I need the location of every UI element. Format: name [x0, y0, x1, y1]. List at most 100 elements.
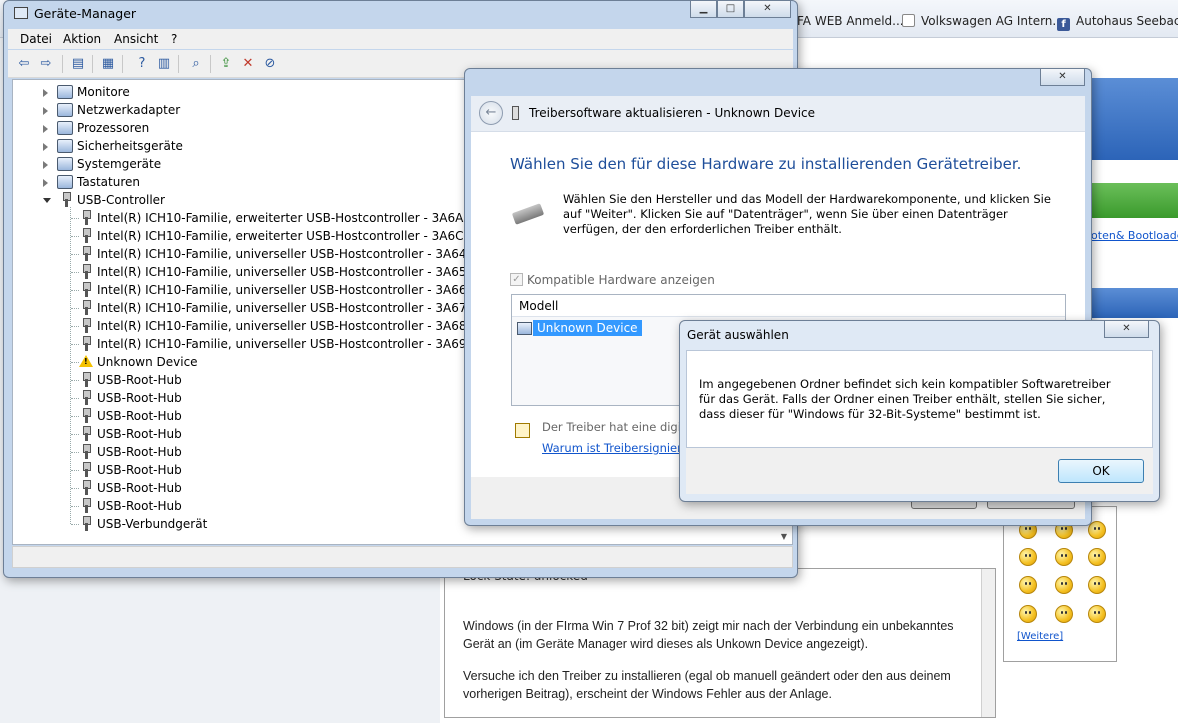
tree-category-label: Sicherheitsgeräte — [77, 139, 183, 153]
security-device-icon — [57, 139, 73, 153]
close-button[interactable]: ✕ — [1104, 321, 1149, 338]
collapsed-arrow-icon[interactable] — [43, 107, 48, 115]
model-column-header[interactable]: Modell — [512, 295, 1065, 317]
smiley-icon[interactable] — [1088, 605, 1106, 623]
tree-guide-branch — [71, 362, 79, 363]
wizard-header: ← Treibersoftware aktualisieren - Unknow… — [471, 96, 1085, 131]
ok-button[interactable]: OK — [1058, 459, 1144, 483]
show-hide-tree-icon[interactable]: ▤ — [70, 56, 86, 72]
smiley-panel: [Weitere] — [1003, 506, 1117, 662]
tree-category-label: Systemgeräte — [77, 157, 162, 171]
tree-device-label: Intel(R) ICH10-Familie, universeller USB… — [97, 319, 467, 333]
smiley-icon[interactable] — [1055, 605, 1073, 623]
window-title: Geräte-Manager — [34, 6, 137, 21]
forward-arrow-icon[interactable]: ⇨ — [38, 56, 54, 72]
collapsed-arrow-icon[interactable] — [43, 179, 48, 187]
forum-side-link[interactable]: loten& Bootloader — [1088, 229, 1178, 242]
tree-guide-branch — [71, 380, 79, 381]
post-editor[interactable]: Lock State: unlocked Windows (in der FIr… — [444, 568, 996, 718]
tree-guide-branch — [71, 290, 79, 291]
tree-device-label: Intel(R) ICH10-Familie, universeller USB… — [97, 337, 467, 351]
properties-icon[interactable]: ▦ — [100, 56, 116, 72]
close-button[interactable]: ✕ — [1040, 69, 1085, 86]
usb-device-icon — [512, 106, 519, 120]
usb-device-icon — [82, 408, 91, 424]
collapsed-arrow-icon[interactable] — [43, 161, 48, 169]
scroll-down-arrow[interactable]: ▼ — [776, 530, 792, 544]
minimize-button[interactable]: ▁ — [690, 1, 717, 18]
tree-category-label: Monitore — [77, 85, 130, 99]
tree-device-label: Unknown Device — [97, 355, 198, 369]
keyboard-icon — [57, 175, 73, 189]
tree-device-label: USB-Root-Hub — [97, 391, 182, 405]
tree-guide-branch — [71, 308, 79, 309]
smiley-icon[interactable] — [1019, 576, 1037, 594]
disable-device-icon[interactable]: ⊘ — [262, 56, 278, 72]
menu-bar: Datei Aktion Ansicht ? — [8, 29, 793, 49]
dialog-footer: OK — [686, 448, 1153, 494]
menu-aktion[interactable]: Aktion — [63, 32, 101, 46]
usb-device-icon — [82, 210, 91, 226]
smiley-icon[interactable] — [1088, 548, 1106, 566]
menu-ansicht[interactable]: Ansicht — [114, 32, 158, 46]
uninstall-icon[interactable]: ✕ — [240, 56, 256, 72]
tree-device-label: Intel(R) ICH10-Familie, erweiterter USB-… — [97, 211, 464, 225]
smiley-icon[interactable] — [1055, 576, 1073, 594]
view-icon[interactable]: ▥ — [156, 56, 172, 72]
tree-device-label: Intel(R) ICH10-Familie, universeller USB… — [97, 283, 467, 297]
usb-device-icon — [82, 372, 91, 388]
device-manager-icon — [14, 7, 28, 19]
tree-device-label: USB-Root-Hub — [97, 481, 182, 495]
tree-guide-branch — [71, 452, 79, 453]
collapsed-arrow-icon[interactable] — [43, 89, 48, 97]
close-button[interactable]: ✕ — [744, 1, 791, 18]
collapsed-arrow-icon[interactable] — [43, 143, 48, 151]
processor-icon — [57, 121, 73, 135]
dialog-title: Gerät auswählen — [687, 328, 789, 342]
back-arrow-icon[interactable]: ⇦ — [16, 56, 32, 72]
usb-device-icon — [82, 444, 91, 460]
bookmark-fa-web[interactable]: FA WEB Anmeld... — [797, 14, 904, 28]
smiley-icon[interactable] — [1088, 576, 1106, 594]
tree-guide-branch — [71, 470, 79, 471]
tree-device-label: Intel(R) ICH10-Familie, universeller USB… — [97, 301, 467, 315]
smiley-icon[interactable] — [1019, 605, 1037, 623]
usb-device-icon — [82, 498, 91, 514]
tree-device-label: USB-Root-Hub — [97, 427, 182, 441]
usb-device-icon — [82, 390, 91, 406]
usb-device-icon — [82, 318, 91, 334]
menu-help[interactable]: ? — [171, 32, 177, 46]
model-item-selected[interactable]: Unknown Device — [533, 320, 642, 336]
warning-mark: ! — [84, 357, 88, 366]
smiley-icon[interactable] — [1055, 548, 1073, 566]
help-icon[interactable]: ? — [134, 56, 150, 72]
back-button[interactable]: ← — [479, 101, 503, 125]
usb-device-icon — [82, 336, 91, 352]
tree-guide-branch — [71, 398, 79, 399]
usb-device-icon — [82, 282, 91, 298]
update-driver-icon[interactable]: ⇪ — [218, 56, 234, 72]
error-message: Im angegebenen Ordner befindet sich kein… — [699, 377, 1111, 421]
editor-scrollbar[interactable] — [981, 569, 995, 717]
bookmark-autohaus[interactable]: f Autohaus Seebach — [1057, 14, 1178, 31]
driver-signing-link[interactable]: Warum ist Treibersignierun — [542, 441, 696, 455]
tree-guide-branch — [71, 344, 79, 345]
more-smileys-link[interactable]: [Weitere] — [1017, 631, 1063, 642]
model-column-label: Modell — [519, 299, 559, 313]
maximize-button[interactable]: □ — [717, 1, 744, 18]
tree-device-label: Intel(R) ICH10-Familie, universeller USB… — [97, 265, 467, 279]
scan-hardware-icon[interactable]: ⌕ — [188, 56, 204, 72]
post-paragraph-1: Windows (in der FIrma Win 7 Prof 32 bit)… — [463, 619, 954, 651]
smiley-icon[interactable] — [1019, 548, 1037, 566]
expanded-arrow-icon[interactable] — [43, 198, 51, 203]
menu-datei[interactable]: Datei — [20, 32, 52, 46]
wizard-heading: Wählen Sie den für diese Hardware zu ins… — [510, 155, 1022, 173]
network-adapter-icon — [57, 103, 73, 117]
warning-icon: ! — [79, 355, 93, 367]
usb-device-icon — [82, 300, 91, 316]
tree-category-label: USB-Controller — [77, 193, 165, 207]
collapsed-arrow-icon[interactable] — [43, 125, 48, 133]
compatible-hardware-checkbox[interactable]: ✓ — [510, 273, 523, 286]
tree-guide-branch — [71, 326, 79, 327]
bookmark-volkswagen[interactable]: Volkswagen AG Intern... — [902, 14, 1064, 28]
